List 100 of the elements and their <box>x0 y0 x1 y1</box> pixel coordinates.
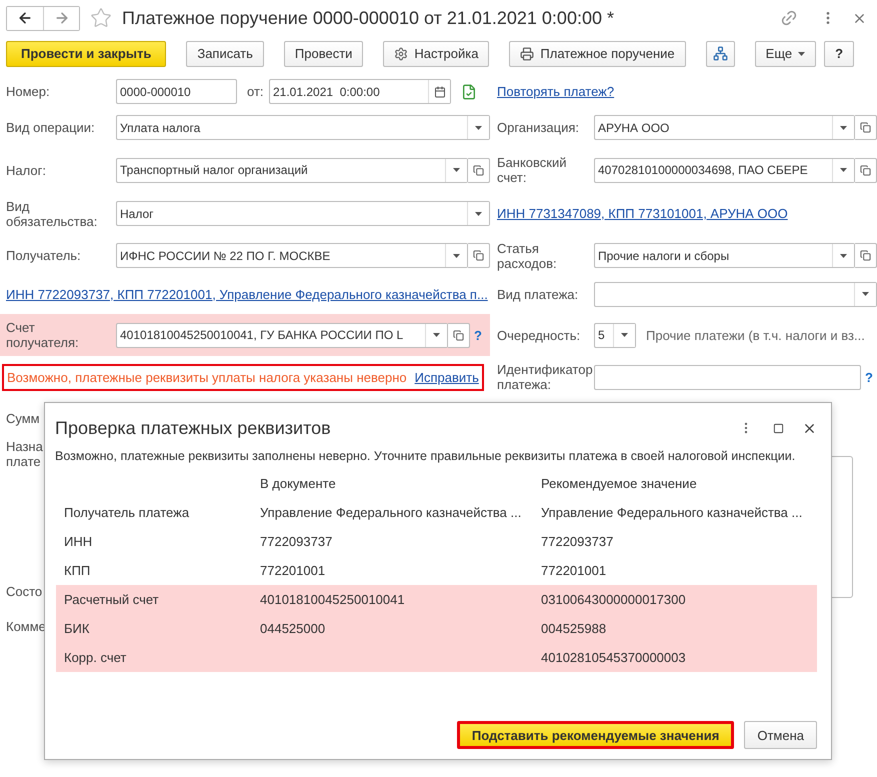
table-cell-text: БИК <box>64 621 90 636</box>
input-field[interactable]: АРУНА ООО <box>594 115 855 140</box>
caret-icon <box>840 126 847 130</box>
number-field[interactable]: 0000-000010 <box>116 79 237 104</box>
field-label: Счет получателя: <box>6 320 80 350</box>
star-icon[interactable] <box>90 7 112 29</box>
table-cell-text: Управление Федерального казначейства ... <box>260 505 522 520</box>
open-icon <box>473 164 484 176</box>
table-cell-text: КПП <box>64 563 92 578</box>
column-header: В документе <box>260 476 337 491</box>
open-button[interactable] <box>468 243 490 268</box>
input-field[interactable]: 40101810045250010041, ГУ БАНКА РОССИИ ПО L <box>116 322 448 348</box>
open-button[interactable] <box>855 115 877 140</box>
open-icon <box>473 250 484 261</box>
table-cell-text: ИНН <box>64 534 94 549</box>
settings-icon <box>394 46 408 60</box>
dropdown-button[interactable] <box>445 158 467 182</box>
dropdown-button[interactable] <box>832 116 854 139</box>
error-text: Возможно, платежные реквизиты уплаты налога указаны неверно <box>7 370 407 384</box>
link[interactable]: Повторять платеж? <box>497 84 614 99</box>
input-field[interactable]: Налог <box>116 201 490 226</box>
more-button[interactable]: Еще <box>754 40 816 66</box>
field-label: Идентификатор платежа: <box>497 362 594 392</box>
structure-button[interactable] <box>706 40 735 66</box>
table-cell-text: 7722093737 <box>260 534 334 549</box>
priority-field[interactable]: 5 <box>594 322 636 348</box>
open-button[interactable] <box>468 158 490 182</box>
field-label: Банковский счет: <box>497 155 568 185</box>
hierarchy-icon <box>712 46 728 61</box>
table-cell-text: 772201001 <box>541 563 608 578</box>
field-label: Назна <box>6 439 43 454</box>
dropdown-button[interactable] <box>832 244 854 267</box>
field-label: Статья расходов: <box>497 240 558 270</box>
toolbar-button[interactable]: Провести <box>284 40 364 66</box>
field-label: Очередность: <box>497 328 582 342</box>
dropdown-button[interactable] <box>854 282 876 306</box>
open-button[interactable] <box>855 158 877 182</box>
field-label: Организация: <box>497 120 580 135</box>
table-cell-text: Расчетный счет <box>64 592 160 607</box>
open-icon <box>453 330 464 340</box>
table-cell-text: 40101810045250010041 <box>260 592 406 607</box>
document-check-icon[interactable] <box>461 84 477 100</box>
input-field[interactable]: Прочие налоги и сборы <box>594 243 855 268</box>
dropdown-button[interactable] <box>613 324 635 346</box>
caret-icon <box>453 168 460 172</box>
open-icon <box>860 250 871 261</box>
input-field[interactable] <box>594 282 877 306</box>
open-icon <box>860 164 871 176</box>
field-label: Сумм <box>6 411 40 426</box>
table-cell-text: 7722093737 <box>541 534 614 549</box>
caret-icon <box>475 212 482 216</box>
link[interactable]: ИНН 7722093737, КПП 772201001, Управление Федерального казначейства п... <box>6 286 488 302</box>
open-icon <box>860 122 871 133</box>
calendar-button[interactable] <box>428 80 450 103</box>
field-label: Состо <box>6 584 42 599</box>
input-field[interactable]: Уплата налога <box>116 115 490 140</box>
maximize-icon[interactable] <box>773 422 784 434</box>
toolbar-button[interactable]: Записать <box>186 40 264 66</box>
priority-note: Прочие платежи (в т.ч. налоги и вз... <box>646 328 865 342</box>
date-label: от: <box>247 84 265 99</box>
help-link[interactable]: ? <box>861 370 877 384</box>
date-field[interactable]: 21.01.2021 0:00:00 <box>269 79 451 104</box>
link[interactable]: ИНН 7731347089, КПП 773101001, АРУНА ООО <box>497 206 788 221</box>
field-label: Вид операции: <box>6 120 96 135</box>
table-cell-text: 044525000 <box>260 621 326 636</box>
post-and-close-button[interactable]: Провести и закрыть <box>6 40 166 66</box>
input-field[interactable] <box>594 364 861 390</box>
column-header: Рекомендуемое значение <box>541 476 698 491</box>
field-label: Комме <box>6 619 46 634</box>
table-cell-text: 40102810545370000003 <box>541 650 687 665</box>
caret-icon <box>475 126 482 130</box>
field-label: Получатель: <box>6 248 82 263</box>
table-cell-text: 03100643000000017300 <box>541 592 687 607</box>
input-field[interactable]: Транспортный налог организаций <box>116 158 468 182</box>
printer-icon <box>520 46 534 60</box>
print-button[interactable]: Платежное поручение <box>509 40 686 66</box>
caret-icon <box>453 254 460 258</box>
caret-icon <box>798 52 806 56</box>
caret-icon <box>621 333 628 337</box>
table-cell-text: 772201001 <box>260 563 326 578</box>
open-button[interactable] <box>855 243 877 268</box>
dropdown-button[interactable] <box>467 202 489 225</box>
caret-icon <box>433 333 440 337</box>
table-cell-text: Управление Федерального казначейства ... <box>541 505 804 520</box>
open-button[interactable] <box>448 322 470 348</box>
settings-button[interactable]: Настройка <box>383 40 490 66</box>
fix-link[interactable]: Исправить <box>414 370 479 384</box>
help-link[interactable]: ? <box>470 328 486 342</box>
forward-arrow-icon <box>54 10 70 26</box>
dropdown-button[interactable] <box>425 324 447 346</box>
dropdown-button[interactable] <box>445 244 467 267</box>
dropdown-button[interactable] <box>832 158 854 182</box>
help-button[interactable]: ? <box>824 40 854 66</box>
table-cell-text: 004525988 <box>541 621 608 636</box>
input-field[interactable]: 40702810100000034698, ПАО СБЕРЕ <box>594 158 855 182</box>
apply-button[interactable]: Подставить рекомендуемые значения <box>456 721 734 749</box>
input-field[interactable]: ИФНС РОССИИ № 22 ПО Г. МОСКВЕ <box>116 243 468 268</box>
field-label: плате <box>6 454 41 469</box>
cancel-button[interactable]: Отмена <box>744 721 817 749</box>
dropdown-button[interactable] <box>467 116 489 139</box>
